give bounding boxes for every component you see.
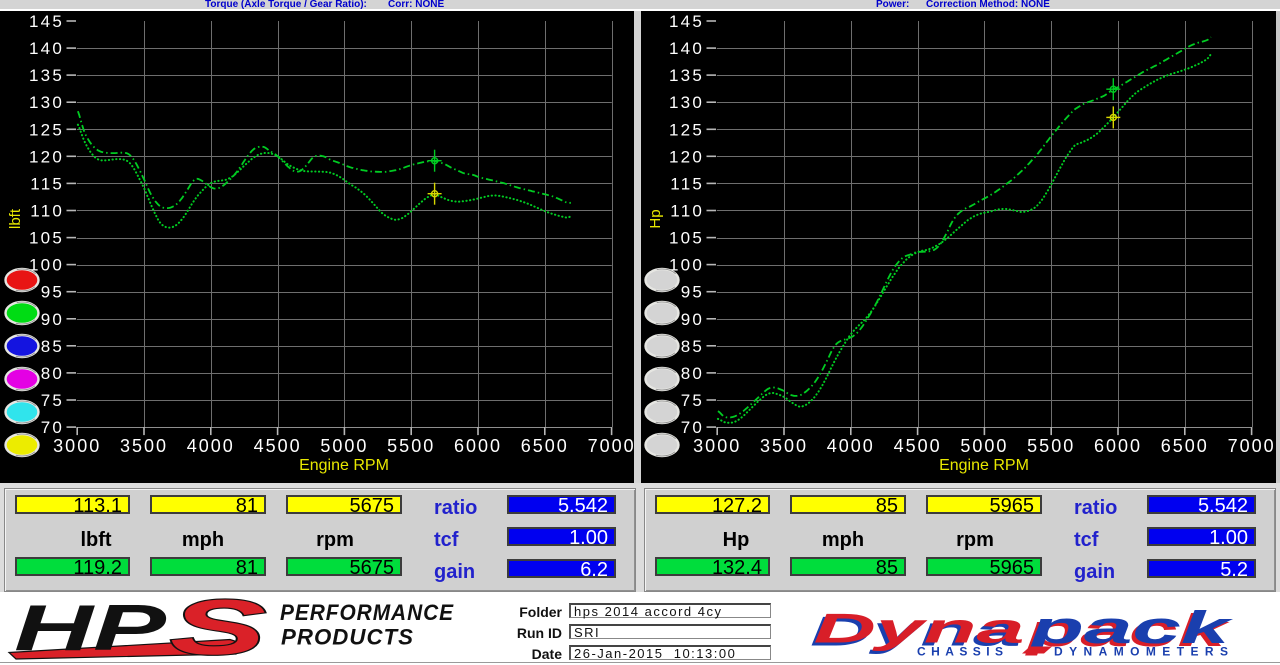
svg-text:130: 130 — [669, 93, 704, 112]
svg-text:3500: 3500 — [760, 436, 808, 456]
svg-text:4000: 4000 — [827, 436, 875, 456]
svg-text:120: 120 — [669, 147, 704, 166]
svg-text:3000: 3000 — [693, 436, 741, 456]
svg-text:135: 135 — [29, 66, 64, 85]
svg-text:135: 135 — [669, 66, 704, 85]
svg-text:80: 80 — [681, 364, 704, 383]
svg-text:105: 105 — [29, 229, 64, 248]
svg-text:70: 70 — [41, 418, 64, 437]
svg-text:95: 95 — [41, 283, 64, 302]
svg-text:Engine RPM: Engine RPM — [299, 457, 389, 474]
svg-text:110: 110 — [30, 202, 64, 221]
svg-text:105: 105 — [669, 229, 704, 248]
svg-text:75: 75 — [681, 391, 704, 410]
svg-text:6500: 6500 — [521, 436, 569, 456]
svg-text:6000: 6000 — [454, 436, 502, 456]
svg-text:145: 145 — [669, 12, 704, 31]
svg-text:115: 115 — [670, 174, 704, 193]
svg-text:5000: 5000 — [320, 436, 368, 456]
svg-text:4500: 4500 — [254, 436, 302, 456]
svg-text:125: 125 — [669, 120, 704, 139]
svg-text:3500: 3500 — [120, 436, 168, 456]
svg-text:5500: 5500 — [387, 436, 435, 456]
svg-text:5500: 5500 — [1027, 436, 1075, 456]
svg-text:5000: 5000 — [960, 436, 1008, 456]
svg-text:140: 140 — [669, 39, 704, 58]
svg-text:7000: 7000 — [588, 436, 636, 456]
svg-text:HP: HP — [14, 592, 167, 664]
svg-text:85: 85 — [41, 337, 64, 356]
svg-text:140: 140 — [29, 39, 64, 58]
svg-text:4500: 4500 — [894, 436, 942, 456]
svg-text:130: 130 — [29, 93, 64, 112]
svg-text:PRODUCTS: PRODUCTS — [281, 625, 414, 650]
svg-text:145: 145 — [29, 12, 64, 31]
svg-text:120: 120 — [29, 147, 64, 166]
svg-text:lbft: lbft — [7, 208, 24, 229]
svg-text:85: 85 — [681, 337, 704, 356]
svg-text:125: 125 — [29, 120, 64, 139]
svg-text:7000: 7000 — [1228, 436, 1276, 456]
svg-text:S: S — [170, 592, 266, 665]
svg-text:Engine RPM: Engine RPM — [939, 457, 1029, 474]
svg-text:110: 110 — [670, 202, 704, 221]
svg-text:115: 115 — [30, 174, 64, 193]
svg-text:80: 80 — [41, 364, 64, 383]
svg-text:PERFORMANCE: PERFORMANCE — [280, 600, 454, 625]
svg-text:90: 90 — [41, 310, 64, 329]
svg-text:6500: 6500 — [1161, 436, 1209, 456]
svg-text:70: 70 — [681, 418, 704, 437]
svg-text:75: 75 — [41, 391, 64, 410]
svg-text:90: 90 — [681, 310, 704, 329]
svg-text:3000: 3000 — [53, 436, 101, 456]
svg-text:95: 95 — [681, 283, 704, 302]
svg-text:Hp: Hp — [647, 209, 664, 228]
svg-text:6000: 6000 — [1094, 436, 1142, 456]
svg-text:4000: 4000 — [187, 436, 235, 456]
